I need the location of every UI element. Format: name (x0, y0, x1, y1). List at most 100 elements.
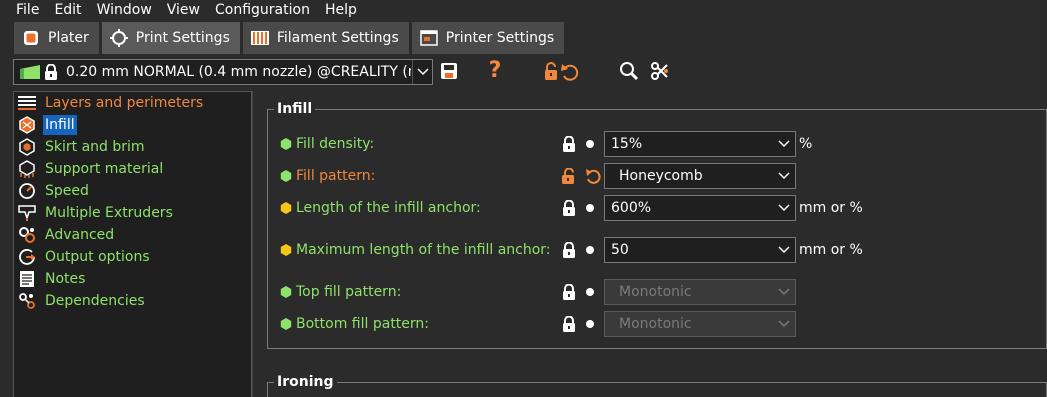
top-fill-pattern-row: Top fill pattern: Monotonic (268, 279, 1047, 305)
chevron-down-icon (773, 312, 795, 336)
fill-density-value: 15% (611, 136, 643, 152)
sidebar-item-label: Speed (45, 183, 89, 199)
skirt-icon (17, 137, 37, 157)
simple-mode-dot-icon (280, 286, 292, 298)
sidebar-item-label: Multiple Extruders (45, 205, 173, 221)
advanced-mode-dot-icon (280, 202, 292, 214)
fill-density-combobox[interactable]: 15% (604, 131, 796, 157)
lock-icon[interactable] (560, 240, 578, 260)
sidebar-item-layers-and-perimeters[interactable]: Layers and perimeters (14, 92, 251, 114)
lock-icon[interactable] (560, 282, 578, 302)
system-value-dot-icon (586, 204, 594, 212)
print-settings-icon (109, 29, 128, 47)
sidebar-item-speed[interactable]: Speed (14, 180, 251, 202)
unlock-icon[interactable] (560, 166, 578, 186)
infill-anchor-max-combobox[interactable]: 50 (604, 237, 796, 263)
simple-mode-dot-icon (280, 170, 292, 182)
fill-pattern-label: Fill pattern: (296, 168, 376, 184)
sidebar-item-label: Support material (45, 161, 164, 177)
advanced-mode-dot-icon (280, 244, 292, 256)
layers-icon (17, 93, 37, 113)
system-value-dot-icon (586, 246, 594, 254)
menu-view[interactable]: View (159, 0, 207, 20)
preset-combobox[interactable]: 0.20 mm NORMAL (0.4 mm nozzle) @CREALITY… (13, 59, 433, 85)
sidebar-item-multiple-extruders[interactable]: Multiple Extruders (14, 202, 251, 224)
bottom-fill-pattern-label: Bottom fill pattern: (296, 316, 430, 332)
infill-anchor-unit: mm or % (799, 200, 863, 216)
sidebar-item-label: Dependencies (45, 293, 145, 309)
sidebar-item-skirt-and-brim[interactable]: Skirt and brim (14, 136, 251, 158)
infill-group: Infill Fill density: 15% % Fill pattern: (267, 100, 1047, 349)
ironing-group: Ironing (267, 373, 1047, 397)
top-fill-pattern-combobox[interactable]: Monotonic (604, 279, 796, 305)
preset-name: 0.20 mm NORMAL (0.4 mm nozzle) @CREALITY… (66, 64, 411, 80)
save-icon[interactable] (438, 60, 460, 82)
printer-icon (420, 29, 438, 47)
support-icon (17, 159, 37, 179)
lock-icon[interactable] (560, 314, 578, 334)
bottom-fill-pattern-value: Monotonic (619, 316, 692, 332)
menu-file[interactable]: File (0, 0, 46, 20)
fill-pattern-value: Honeycomb (619, 168, 703, 184)
chevron-down-icon[interactable] (412, 60, 432, 84)
search-icon[interactable] (618, 60, 640, 82)
compare-icon[interactable] (649, 60, 671, 82)
fill-pattern-combobox[interactable]: Honeycomb (604, 163, 796, 189)
tab-label: Printer Settings (445, 30, 555, 46)
output-icon (17, 247, 37, 267)
undo-arrow-icon[interactable] (584, 166, 602, 186)
tab-print-settings[interactable]: Print Settings (101, 22, 240, 54)
sidebar-item-infill[interactable]: Infill (14, 114, 251, 136)
sidebar-item-label: Output options (45, 249, 150, 265)
lock-icon[interactable] (560, 198, 578, 218)
notes-icon (17, 269, 37, 289)
sidebar-item-label: Notes (45, 271, 86, 287)
menu-help[interactable]: Help (317, 0, 364, 20)
lock-icon (45, 64, 57, 80)
infill-anchor-max-row: Maximum length of the infill anchor: 50 … (268, 237, 1047, 263)
menu-edit[interactable]: Edit (46, 0, 88, 20)
preset-toolbar: 0.20 mm NORMAL (0.4 mm nozzle) @CREALITY… (0, 56, 1047, 88)
bottom-fill-pattern-row: Bottom fill pattern: Monotonic (268, 311, 1047, 337)
tab-label: Plater (48, 30, 89, 46)
infill-anchor-row: Length of the infill anchor: 600% mm or … (268, 195, 1047, 221)
advanced-icon (17, 225, 37, 245)
top-fill-pattern-value: Monotonic (619, 284, 692, 300)
chevron-down-icon[interactable] (773, 164, 795, 188)
sidebar-item-output-options[interactable]: Output options (14, 246, 251, 268)
system-value-dot-icon (586, 140, 594, 148)
dependencies-icon (17, 291, 37, 311)
sidebar-item-label: Layers and perimeters (45, 95, 204, 111)
tab-label: Print Settings (135, 30, 230, 46)
tab-bar: Plater Print Settings Filament Settings … (0, 21, 1047, 54)
help-glyph: ? (488, 58, 502, 83)
tab-plater[interactable]: Plater (14, 22, 99, 54)
chevron-down-icon[interactable] (773, 196, 795, 220)
menu-configuration[interactable]: Configuration (207, 0, 317, 20)
infill-anchor-combobox[interactable]: 600% (604, 195, 796, 221)
menu-window[interactable]: Window (89, 0, 159, 20)
chevron-down-icon[interactable] (773, 132, 795, 156)
unlock-undo-icon[interactable] (543, 60, 583, 82)
chevron-down-icon[interactable] (773, 238, 795, 262)
lock-icon[interactable] (560, 134, 578, 154)
sidebar-item-advanced[interactable]: Advanced (14, 224, 251, 246)
sidebar-item-support-material[interactable]: Support material (14, 158, 251, 180)
infill-anchor-label: Length of the infill anchor: (296, 200, 481, 216)
sidebar-item-dependencies[interactable]: Dependencies (14, 290, 251, 312)
flag-icon (20, 65, 40, 79)
tab-filament-settings[interactable]: Filament Settings (242, 22, 409, 54)
infill-icon (17, 115, 37, 135)
sidebar-item-label: Infill (43, 115, 77, 135)
settings-page-list: Layers and perimeters Infill Skirt and b… (13, 91, 252, 397)
help-icon[interactable]: ? (484, 60, 506, 82)
fill-density-unit: % (799, 136, 813, 152)
infill-anchor-max-unit: mm or % (799, 242, 863, 258)
system-value-dot-icon (586, 288, 594, 296)
tab-label: Filament Settings (276, 30, 399, 46)
tab-printer-settings[interactable]: Printer Settings (411, 22, 565, 54)
simple-mode-dot-icon (280, 138, 292, 150)
infill-anchor-max-label: Maximum length of the infill anchor: (296, 242, 551, 258)
sidebar-item-notes[interactable]: Notes (14, 268, 251, 290)
bottom-fill-pattern-combobox[interactable]: Monotonic (604, 311, 796, 337)
